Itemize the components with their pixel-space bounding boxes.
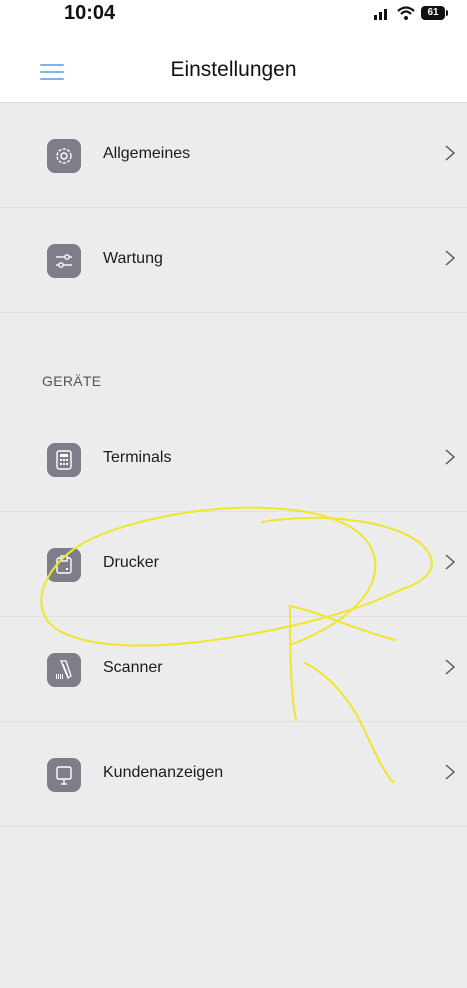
chevron-right-icon: [445, 554, 456, 570]
section-header-devices: GERÄTE: [42, 373, 102, 389]
device-item-kundenanzeigen[interactable]: Kundenanzeigen: [0, 722, 467, 827]
wifi-icon: [397, 6, 415, 20]
settings-screen: 10:04 61 Einstellungen Allgemeines Wartu…: [0, 0, 467, 988]
signal-icon: [374, 9, 387, 20]
calculator-icon: [47, 443, 81, 477]
chevron-right-icon: [445, 764, 456, 780]
settings-item-wartung[interactable]: Wartung: [0, 208, 467, 313]
device-item-label: Drucker: [103, 554, 160, 571]
device-item-label: Scanner: [103, 659, 163, 676]
device-item-terminals[interactable]: Terminals: [0, 407, 467, 512]
nav-bar: Einstellungen: [0, 44, 467, 103]
chevron-right-icon: [445, 250, 456, 266]
printer-icon: [47, 548, 81, 582]
device-item-scanner[interactable]: Scanner: [0, 617, 467, 722]
customer-display-icon: [47, 758, 81, 792]
gear-icon: [47, 139, 81, 173]
settings-item-label: Allgemeines: [103, 145, 191, 162]
status-time: 10:04: [64, 2, 116, 24]
barcode-scanner-icon: [47, 653, 81, 687]
status-icons: 61: [373, 6, 448, 20]
battery-icon: 61: [421, 6, 448, 20]
device-item-label: Kundenanzeigen: [103, 764, 224, 781]
chevron-right-icon: [445, 145, 456, 161]
chevron-right-icon: [445, 659, 456, 675]
settings-item-allgemeines[interactable]: Allgemeines: [0, 103, 467, 208]
status-bar: 10:04 61: [0, 0, 467, 44]
page-title: Einstellungen: [170, 58, 297, 81]
device-item-label: Terminals: [103, 449, 172, 466]
settings-item-label: Wartung: [103, 250, 163, 267]
sliders-icon: [47, 244, 81, 278]
chevron-right-icon: [445, 449, 456, 465]
device-item-drucker[interactable]: Drucker: [0, 512, 467, 617]
